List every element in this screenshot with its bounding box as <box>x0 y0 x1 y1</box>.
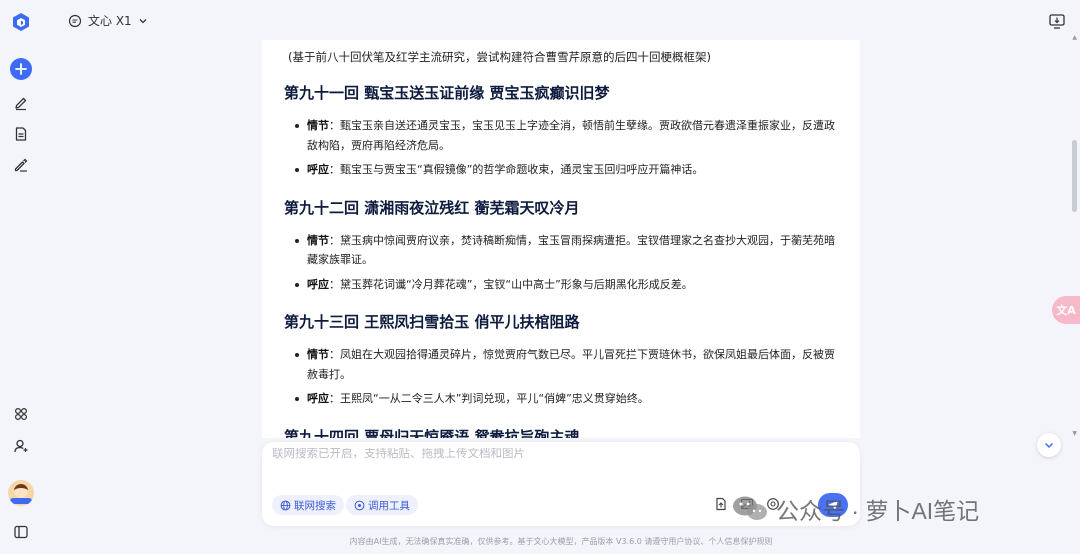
chapter-list: 情节：甄宝玉亲自送还通灵宝玉，宝玉见玉上字迹全消，顿悟前生孽缘。贾政欲借元春遗泽… <box>284 116 838 180</box>
list-item: 情节：凤姐在大观园拾得通灵碎片，惊觉贾府气数已尽。平儿冒死拦下贾琏休书，欲保凤姐… <box>294 345 838 384</box>
chapter-94: 第九十四回 贾母归天惊魇语 鸳鸯抗旨殉主魂 <box>284 426 838 439</box>
edit-icon[interactable] <box>7 89 35 117</box>
chapter-title: 第九十一回 甄宝玉送玉证前缘 贾宝玉疯癫识旧梦 <box>284 84 610 102</box>
chat-bubble-icon <box>68 14 82 27</box>
scroll-to-bottom-button[interactable] <box>1037 433 1061 457</box>
chapter-list: 情节：凤姐在大观园拾得通灵碎片，惊觉贾府气数已尽。平儿冒死拦下贾琏休书，欲保凤姐… <box>284 345 838 409</box>
user-icon[interactable] <box>7 432 35 460</box>
plus-icon <box>15 63 27 75</box>
response-content: (基于前八十回伏笔及红学主流研究，尝试构建符合曹雪芹原意的后四十回梗概框架) 第… <box>262 40 860 438</box>
new-chat-button[interactable] <box>10 58 32 80</box>
list-item: 情节：甄宝玉亲自送还通灵宝玉，宝玉见玉上字迹全消，顿悟前生孽缘。贾政欲借元春遗泽… <box>294 116 838 155</box>
scrollbar-thumb[interactable] <box>1072 140 1077 212</box>
document-icon[interactable] <box>7 120 35 148</box>
sidebar <box>0 0 42 554</box>
watermark: 公众号 · 萝卜AI笔记 <box>732 492 979 526</box>
chapter-list: 情节：黛玉病中惊闻贾府议亲，焚诗稿断痴情，宝玉冒雨探病遭拒。宝钗借理家之名查抄大… <box>284 231 838 295</box>
chapter-93: 第九十三回 王熙凤扫雪拾玉 俏平儿扶棺阻路 情节：凤姐在大观园拾得通灵碎片，惊觉… <box>284 311 838 409</box>
pen-icon[interactable] <box>7 151 35 179</box>
chapter-91: 第九十一回 甄宝玉送玉证前缘 贾宝玉疯癫识旧梦 情节：甄宝玉亲自送还通灵宝玉，宝… <box>284 82 838 180</box>
chapter-92: 第九十二回 潇湘雨夜泣残红 蘅芜霜天叹冷月 情节：黛玉病中惊闻贾府议亲，焚诗稿断… <box>284 197 838 295</box>
list-item: 呼应：王熙凤“一从二令三人木”判词兑现，平儿“俏婢”忠义贯穿始终。 <box>294 389 838 409</box>
screen-icon[interactable] <box>1048 12 1066 30</box>
model-name: 文心 X1 <box>88 14 132 28</box>
intro-text: (基于前八十回伏笔及红学主流研究，尝试构建符合曹雪芹原意的后四十回梗概框架) <box>288 50 711 64</box>
list-item: 呼应：甄宝玉与贾宝玉“真假镜像”的哲学命题收束，通灵宝玉回归呼应开篇神话。 <box>294 160 838 180</box>
chevron-down-icon <box>1044 442 1054 449</box>
list-item: 情节：黛玉病中惊闻贾府议亲，焚诗稿断痴情，宝玉冒雨探病遭拒。宝钗借理家之名查抄大… <box>294 231 838 270</box>
scrollbar[interactable] <box>1072 40 1077 430</box>
chat-input[interactable] <box>272 448 832 460</box>
call-tools-button[interactable]: 调用工具 <box>346 495 418 515</box>
avatar[interactable] <box>8 480 34 506</box>
list-item: 呼应：黛玉葬花词谶“冷月葬花魂”，宝钗“山中高士”形象与后期黑化形成反差。 <box>294 275 838 295</box>
chapter-title: 第九十三回 王熙凤扫雪拾玉 俏平儿扶棺阻路 <box>284 313 580 331</box>
web-search-toggle[interactable]: 联网搜索 <box>272 495 344 515</box>
logo-icon[interactable] <box>7 8 35 36</box>
translate-button[interactable]: 文A <box>1052 296 1080 324</box>
footer-disclaimer: 内容由AI生成，无法确保真实准确，仅供参考。基于文心大模型，产品版本 V3.6.… <box>349 537 773 546</box>
model-selector[interactable]: 文心 X1 <box>68 12 148 29</box>
apps-icon[interactable] <box>7 400 35 428</box>
chapter-title: 第九十二回 潇湘雨夜泣残红 蘅芜霜天叹冷月 <box>284 198 580 217</box>
globe-icon <box>280 500 291 510</box>
upload-file-icon[interactable] <box>714 497 728 511</box>
chapter-title: 第九十四回 贾母归天惊魇语 鸳鸯抗旨殉主魂 <box>284 427 580 439</box>
scroll-down-arrow-icon[interactable]: ▼ <box>1072 430 1077 437</box>
chevron-down-icon <box>139 18 147 23</box>
tool-icon <box>354 500 365 510</box>
wechat-logo-icon <box>732 495 768 523</box>
